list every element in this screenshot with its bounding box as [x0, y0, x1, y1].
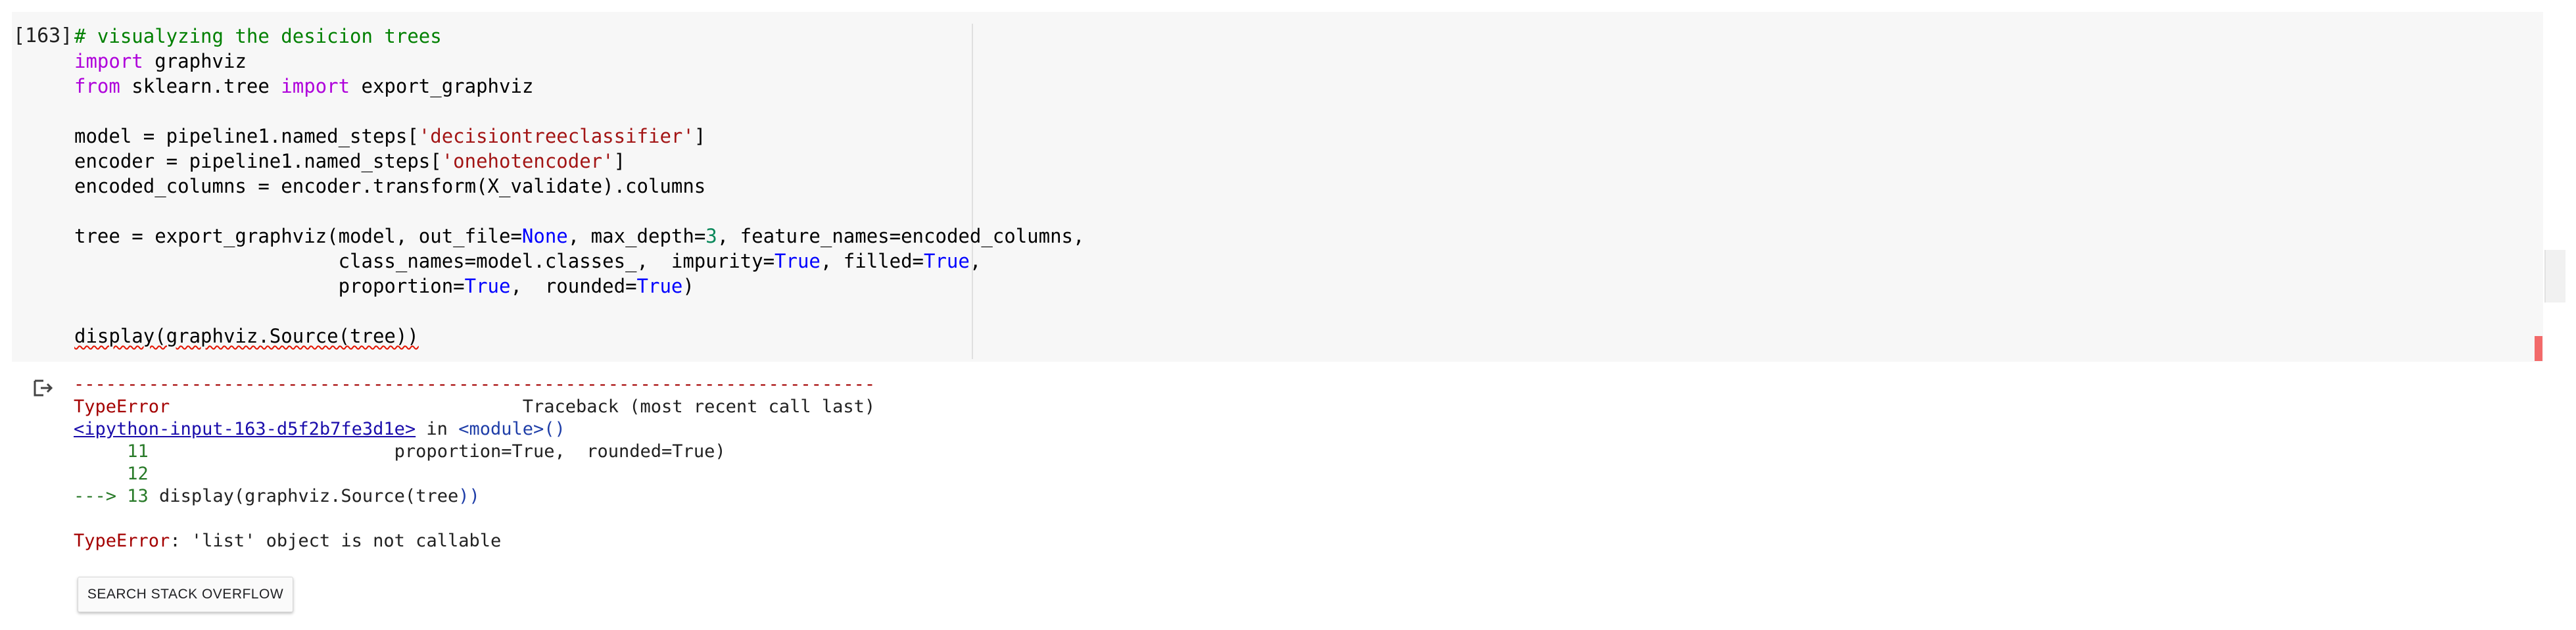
code-text: encoded_columns = encoder.transform(X_va… — [74, 175, 706, 197]
string-literal: 'onehotencoder' — [441, 150, 614, 172]
keyword-import: import — [74, 50, 143, 72]
final-error-line: TypeError: 'list' object is not callable — [74, 530, 875, 552]
constant-none: None — [521, 225, 568, 247]
code-text: tree = export_graphviz(model, out_file= — [74, 225, 522, 247]
output-cell-icon[interactable] — [32, 376, 55, 400]
execution-count: [163] — [13, 24, 73, 47]
code-cell[interactable]: [163] # visualyzing the desicion trees i… — [12, 12, 2543, 362]
in-text: in — [416, 419, 459, 439]
keyword-from: from — [74, 75, 120, 97]
error-arrow: ---> 13 — [74, 486, 149, 506]
page-scrollbar-thumb[interactable] — [2544, 250, 2565, 303]
code-line-10: class_names=model.classes_, impurity=Tru… — [74, 249, 982, 274]
code-line-6: encoder = pipeline1.named_steps['onehote… — [74, 149, 972, 174]
code-line-2: import graphviz — [74, 49, 972, 74]
ipython-input-link[interactable]: <ipython-input-163-d5f2b7fe3d1e> — [74, 419, 416, 439]
error-scroll-marker — [2535, 336, 2542, 361]
code-text: export_graphviz — [350, 75, 534, 97]
comment-text: # visualyzing the desicion trees — [74, 25, 442, 47]
constant-true: True — [924, 250, 970, 272]
traceback-location: <ipython-input-163-d5f2b7fe3d1e> in <mod… — [74, 418, 875, 441]
code-line-13: display(graphviz.Source(tree)) — [74, 324, 972, 349]
code-text: encoder = pipeline1.named_steps[ — [74, 150, 442, 172]
code-text: graphviz — [143, 50, 247, 72]
line-number: 12 — [74, 464, 149, 484]
code-editor[interactable]: # visualyzing the desicion trees import … — [74, 24, 1084, 359]
code-text: ] — [694, 125, 706, 147]
module-text: <module>() — [458, 419, 565, 439]
final-error-message: : 'list' object is not callable — [170, 531, 502, 551]
search-stack-overflow-button[interactable]: SEARCH STACK OVERFLOW — [78, 577, 293, 612]
line-code: display(graphviz.Source( — [148, 486, 416, 506]
final-error-type: TypeError — [74, 531, 170, 551]
number-literal: 3 — [705, 225, 717, 247]
code-line-9: tree = export_graphviz(model, out_file=N… — [74, 224, 1084, 249]
traceback-header: Traceback (most recent call last) — [170, 397, 876, 417]
code-line-11: proportion=True, rounded=True) — [74, 274, 972, 299]
traceback-header-line: TypeError Traceback (most recent call la… — [74, 396, 875, 418]
line-code: tree — [416, 486, 459, 506]
code-line-7: encoded_columns = encoder.transform(X_va… — [74, 174, 972, 199]
error-output: ----------------------------------------… — [74, 374, 875, 552]
code-line-1: # visualyzing the desicion trees — [74, 24, 972, 49]
error-type: TypeError — [74, 397, 170, 417]
code-text: model = pipeline1.named_steps[ — [74, 125, 419, 147]
code-text: , feature_names=encoded_columns, — [717, 225, 1085, 247]
line-code: )) — [458, 486, 480, 506]
traceback-line-11: 11 proportion=True, rounded=True) — [74, 441, 875, 463]
code-line-5: model = pipeline1.named_steps['decisiont… — [74, 124, 972, 149]
code-text: , filled= — [820, 250, 924, 272]
code-text: , max_depth= — [567, 225, 706, 247]
error-underlined-code: display(graphviz.Source(tree)) — [74, 325, 419, 347]
code-text: ] — [613, 150, 626, 172]
code-text: sklearn.tree — [120, 75, 281, 97]
code-text: proportion= — [74, 275, 465, 297]
code-text: , rounded= — [510, 275, 637, 297]
code-text: , — [969, 250, 982, 272]
keyword-import: import — [281, 75, 350, 97]
constant-true: True — [636, 275, 683, 297]
line-code: proportion=True, rounded=True) — [148, 441, 726, 462]
traceback-line-13: ---> 13 display(graphviz.Source(tree)) — [74, 485, 875, 508]
code-text: class_names=model.classes_, impurity= — [74, 250, 775, 272]
constant-true: True — [775, 250, 821, 272]
code-text: ) — [682, 275, 694, 297]
constant-true: True — [464, 275, 511, 297]
notebook-page: [163] # visualyzing the desicion trees i… — [0, 0, 2576, 630]
line-number: 11 — [74, 441, 149, 462]
code-line-3: from sklearn.tree import export_graphviz — [74, 74, 972, 99]
traceback-dashes: ----------------------------------------… — [74, 374, 876, 395]
traceback-line-12: 12 — [74, 463, 875, 485]
string-literal: 'decisiontreeclassifier' — [418, 125, 694, 147]
